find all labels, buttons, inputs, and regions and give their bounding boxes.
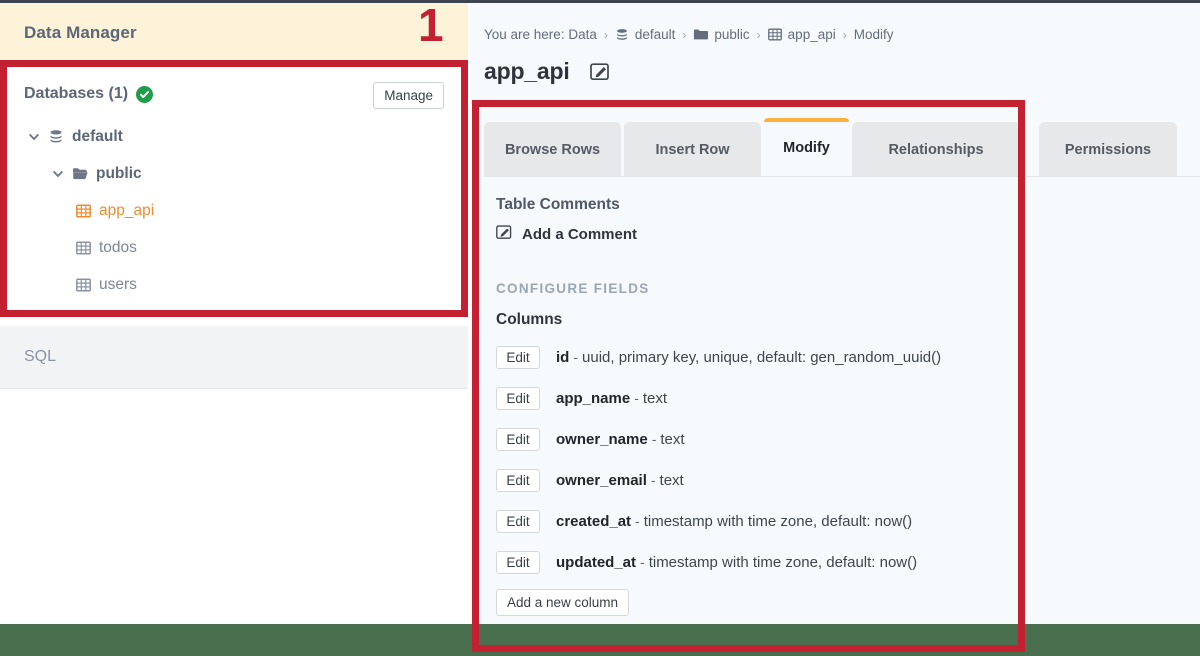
- column-dash: -: [650, 472, 656, 488]
- modify-tab-content: Table Comments Add a Comment CONFIGURE F…: [484, 177, 1200, 624]
- column-name: app_name: [556, 390, 631, 407]
- column-type: timestamp with time zone, default: now(): [648, 554, 918, 571]
- add-comment-label: Add a Comment: [522, 226, 638, 243]
- databases-panel: Databases (1) Manage default public app_…: [8, 66, 460, 316]
- column-definition: updated_at - timestamp with time zone, d…: [556, 554, 917, 571]
- breadcrumb-item-default[interactable]: default: [635, 27, 676, 42]
- columns-heading: Columns: [496, 311, 563, 328]
- tab-bar: Browse Rows Insert Row Modify Relationsh…: [484, 118, 1200, 177]
- column-name: id: [556, 349, 570, 366]
- breadcrumb-separator: ›: [842, 27, 847, 42]
- tab-permissions[interactable]: Permissions: [1039, 122, 1177, 177]
- column-row: Edit app_name - text: [496, 378, 1200, 419]
- table-grid-icon: [74, 204, 92, 218]
- column-row: Edit owner_email - text: [496, 460, 1200, 501]
- table-grid-icon: [767, 28, 782, 41]
- column-type: text: [660, 431, 685, 448]
- data-manager-header: Data Manager: [0, 3, 468, 63]
- edit-column-button[interactable]: Edit: [496, 346, 540, 369]
- tree-item-default[interactable]: default: [24, 118, 444, 155]
- column-definition: id - uuid, primary key, unique, default:…: [556, 349, 941, 366]
- bottom-status-bar: [0, 624, 1200, 656]
- tree-item-label: default: [72, 127, 123, 145]
- edit-column-button[interactable]: Edit: [496, 469, 540, 492]
- sidebar: Data Manager Databases (1) Manage defaul…: [0, 3, 468, 624]
- tree-item-users[interactable]: users: [24, 266, 444, 303]
- column-row: Edit owner_name - text: [496, 419, 1200, 460]
- tree-item-public[interactable]: public: [24, 155, 444, 192]
- columns-list: Edit id - uuid, primary key, unique, def…: [496, 337, 1200, 583]
- column-type: text: [642, 390, 668, 407]
- column-definition: owner_email - text: [556, 472, 684, 489]
- chevron-down-icon[interactable]: [52, 168, 64, 180]
- column-row: Edit updated_at - timestamp with time zo…: [496, 542, 1200, 583]
- column-dash: -: [651, 431, 657, 447]
- add-new-column-button[interactable]: Add a new column: [496, 589, 630, 616]
- column-definition: created_at - timestamp with time zone, d…: [556, 513, 912, 530]
- annotation-step-number: 1: [418, 0, 444, 51]
- folder-filled-icon: [693, 28, 709, 41]
- column-dash: -: [634, 390, 639, 406]
- breadcrumb-item-app_api[interactable]: app_api: [788, 27, 836, 42]
- tab-browse-rows[interactable]: Browse Rows: [484, 122, 621, 177]
- databases-label: Databases (1): [24, 85, 129, 102]
- sql-label: SQL: [24, 348, 57, 365]
- databases-heading: Databases (1): [24, 85, 154, 103]
- add-comment-button[interactable]: Add a Comment: [496, 224, 1200, 245]
- tree-item-label: app_api: [99, 201, 155, 219]
- breadcrumb-item-public[interactable]: public: [714, 27, 749, 42]
- tree-item-label: public: [96, 164, 142, 182]
- tree-item-app_api[interactable]: app_api: [24, 192, 444, 229]
- page-title-row: app_api: [484, 58, 611, 85]
- breadcrumb-prefix: You are here: Data: [484, 27, 597, 42]
- breadcrumb: You are here: Data › default › public ›: [484, 27, 894, 42]
- column-name: created_at: [556, 513, 632, 530]
- column-definition: owner_name - text: [556, 431, 685, 448]
- tree-item-label: todos: [99, 238, 137, 256]
- tab-relationships[interactable]: Relationships: [852, 122, 1020, 177]
- tab-insert-row[interactable]: Insert Row: [624, 122, 761, 177]
- database-tree: default public app_api todos users: [24, 118, 444, 303]
- tree-item-label: users: [99, 275, 137, 293]
- table-grid-icon: [74, 241, 92, 255]
- edit-column-button[interactable]: Edit: [496, 551, 540, 574]
- pencil-square-icon: [496, 224, 513, 245]
- edit-column-button[interactable]: Edit: [496, 510, 540, 533]
- table-comments-title: Table Comments: [496, 196, 620, 213]
- column-type: text: [659, 472, 684, 489]
- column-type: timestamp with time zone, default: now(): [643, 513, 913, 530]
- tree-item-todos[interactable]: todos: [24, 229, 444, 266]
- column-name: owner_email: [556, 472, 647, 489]
- table-grid-icon: [74, 278, 92, 292]
- main-panel: You are here: Data › default › public ›: [470, 3, 1200, 624]
- column-name: updated_at: [556, 554, 637, 571]
- page-title: app_api: [484, 58, 570, 84]
- edit-column-button[interactable]: Edit: [496, 387, 540, 410]
- manage-button[interactable]: Manage: [373, 82, 444, 109]
- folder-open-icon: [71, 166, 89, 181]
- data-manager-title: Data Manager: [24, 23, 137, 42]
- column-row: Edit id - uuid, primary key, unique, def…: [496, 337, 1200, 378]
- column-name: owner_name: [556, 431, 648, 448]
- pencil-square-icon[interactable]: [589, 62, 611, 81]
- column-dash: -: [635, 513, 640, 529]
- column-row: Edit created_at - timestamp with time zo…: [496, 501, 1200, 542]
- column-type: uuid, primary key, unique, default: gen_…: [582, 349, 942, 366]
- column-dash: -: [640, 554, 645, 570]
- database-stack-icon: [47, 129, 65, 145]
- check-circle-icon: [136, 85, 154, 103]
- edit-column-button[interactable]: Edit: [496, 428, 540, 451]
- column-dash: -: [573, 349, 579, 365]
- breadcrumb-item-modify: Modify: [853, 27, 894, 42]
- breadcrumb-separator: ›: [682, 27, 687, 42]
- configure-fields-heading: CONFIGURE FIELDS: [496, 281, 650, 296]
- app-screen: Data Manager Databases (1) Manage defaul…: [0, 0, 1200, 656]
- breadcrumb-separator: ›: [756, 27, 761, 42]
- sql-section[interactable]: SQL: [0, 326, 468, 389]
- database-stack-icon: [615, 28, 629, 42]
- column-definition: app_name - text: [556, 390, 667, 407]
- breadcrumb-separator: ›: [603, 27, 608, 42]
- tab-modify[interactable]: Modify: [764, 118, 849, 177]
- chevron-down-icon[interactable]: [28, 131, 40, 143]
